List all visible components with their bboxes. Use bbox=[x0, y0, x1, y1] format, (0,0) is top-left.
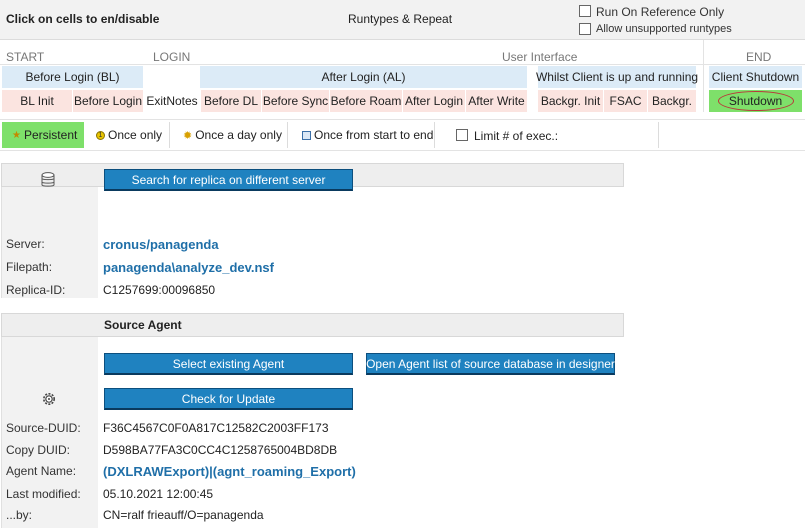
by-value: CN=ralf frieauff/O=panagenda bbox=[103, 508, 264, 522]
server-value[interactable]: cronus/panagenda bbox=[103, 237, 219, 252]
runtype-after-login[interactable]: After Login bbox=[403, 90, 465, 112]
runtype-before-dl[interactable]: Before DL bbox=[201, 90, 261, 112]
phase-end: END bbox=[746, 50, 772, 64]
run-on-reference-label: Run On Reference Only bbox=[596, 5, 725, 19]
replica-id-value: C1257699:00096850 bbox=[103, 283, 216, 297]
group-before-login[interactable]: Before Login (BL) bbox=[2, 66, 143, 88]
runtypes-repeat-label: Runtypes & Repeat bbox=[348, 12, 453, 26]
limit-checkbox[interactable] bbox=[456, 129, 468, 141]
search-replica-button[interactable]: Search for replica on different server bbox=[104, 169, 353, 191]
repeat-persistent-label: Persistent bbox=[23, 128, 78, 142]
limit-label: Limit # of exec.: bbox=[474, 129, 559, 143]
source-duid-value: F36C4567C0F0A817C12582C2003FF173 bbox=[103, 421, 329, 435]
agent-section-header: Source Agent bbox=[1, 313, 624, 337]
repeat-once-start-end-label: Once from start to end bbox=[314, 128, 434, 142]
repeat-persistent[interactable]: ★ Persistent bbox=[2, 122, 84, 148]
run-on-reference-checkbox[interactable] bbox=[579, 5, 591, 17]
runtype-bl-init[interactable]: BL Init bbox=[2, 90, 72, 112]
runtype-before-roam[interactable]: Before Roam bbox=[330, 90, 402, 112]
repeat-once-only[interactable]: 1 Once only bbox=[86, 122, 170, 148]
calendar-icon bbox=[302, 130, 311, 140]
runtype-backgr-init[interactable]: Backgr. Init bbox=[538, 90, 603, 112]
phase-start: START bbox=[6, 50, 45, 64]
server-label: Server: bbox=[6, 237, 45, 251]
filepath-label: Filepath: bbox=[6, 260, 53, 274]
repeat-top-divider bbox=[0, 119, 805, 120]
header-title: Click on cells to en/disable bbox=[6, 12, 160, 26]
copy-duid-label: Copy DUID: bbox=[6, 443, 71, 457]
phase-divider bbox=[0, 64, 805, 65]
runtype-backgr[interactable]: Backgr. bbox=[648, 90, 696, 112]
runtype-after-write[interactable]: After Write bbox=[466, 90, 527, 112]
phase-login: LOGIN bbox=[153, 50, 191, 64]
agent-name-value[interactable]: (DXLRAWExport)|(agnt_roaming_Export) bbox=[103, 464, 356, 479]
source-duid-label: Source-DUID: bbox=[6, 421, 81, 435]
allow-unsupported-checkbox[interactable] bbox=[579, 23, 591, 35]
select-agent-button[interactable]: Select existing Agent bbox=[104, 353, 353, 375]
filepath-value[interactable]: panagenda\analyze_dev.nsf bbox=[103, 260, 274, 275]
sun-icon: ✹ bbox=[183, 129, 193, 142]
limit-input[interactable] bbox=[658, 122, 802, 148]
copy-duid-value: D598BA77FA3C0CC4C1258765004BD8DB bbox=[103, 443, 338, 457]
once-icon: 1 bbox=[96, 130, 105, 140]
runtype-shutdown-label: Shutdown bbox=[728, 94, 783, 108]
group-whilst-client[interactable]: Whilst Client is up and running bbox=[536, 66, 698, 88]
repeat-once-a-day[interactable]: ✹ Once a day only bbox=[171, 122, 288, 148]
runtype-fsac[interactable]: FSAC bbox=[604, 90, 647, 112]
open-agent-list-button[interactable]: Open Agent list of source database in de… bbox=[366, 353, 615, 375]
repeat-once-only-label: Once only bbox=[108, 128, 163, 142]
star-icon: ★ bbox=[12, 129, 21, 141]
end-divider bbox=[703, 40, 704, 112]
last-modified-value: 05.10.2021 12:00:45 bbox=[103, 487, 214, 501]
repeat-bottom-divider bbox=[0, 150, 805, 151]
check-update-button[interactable]: Check for Update bbox=[104, 388, 353, 410]
repeat-once-a-day-label: Once a day only bbox=[195, 128, 282, 142]
phase-user-interface: User Interface bbox=[502, 50, 578, 64]
runtype-exit-notes[interactable]: ExitNotes bbox=[144, 90, 200, 112]
agent-section-title: Source Agent bbox=[104, 318, 182, 332]
gear-icon bbox=[41, 391, 57, 410]
last-modified-label: Last modified: bbox=[6, 487, 81, 501]
database-icon bbox=[41, 172, 55, 191]
agent-name-label: Agent Name: bbox=[6, 464, 77, 478]
repeat-once-start-end[interactable]: Once from start to end bbox=[289, 122, 435, 148]
allow-unsupported-label: Allow unsupported runtypes bbox=[596, 23, 732, 35]
runtype-shutdown[interactable]: Shutdown bbox=[709, 90, 802, 112]
shutdown-oval: Shutdown bbox=[717, 91, 794, 111]
runtype-before-sync[interactable]: Before Sync bbox=[262, 90, 329, 112]
group-after-login[interactable]: After Login (AL) bbox=[200, 66, 527, 88]
by-label: ...by: bbox=[6, 508, 33, 522]
group-client-shutdown[interactable]: Client Shutdown bbox=[709, 66, 802, 88]
runtype-before-login[interactable]: Before Login bbox=[73, 90, 143, 112]
replica-id-label: Replica-ID: bbox=[6, 283, 66, 297]
